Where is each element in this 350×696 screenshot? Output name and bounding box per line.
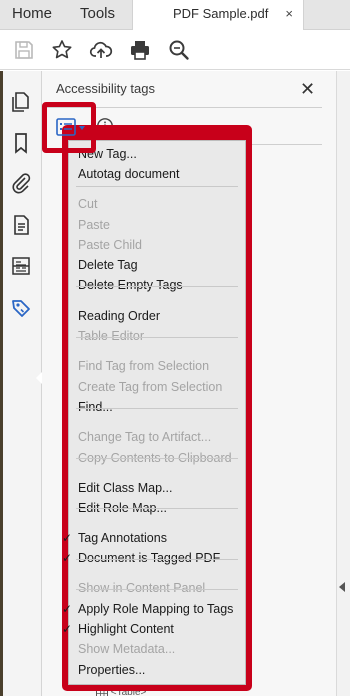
document-icon[interactable] <box>10 214 32 236</box>
menu-item-show-in-content-panel: Show in Content Panel <box>69 578 245 598</box>
checkmark-icon: ✓ <box>62 551 73 565</box>
menu-separator <box>76 589 238 590</box>
tab-tools[interactable]: Tools <box>80 0 115 30</box>
menu-item-label: Change Tag to Artifact... <box>78 430 212 444</box>
menu-item-show-metadata: Show Metadata... <box>69 639 245 659</box>
menu-item-find-tag-from-selection: Find Tag from Selection <box>69 356 245 376</box>
tag-options-list-icon[interactable] <box>56 118 76 136</box>
menu-separator <box>76 337 238 338</box>
tab-document[interactable]: PDF Sample.pdf × <box>132 0 304 31</box>
attachment-icon[interactable] <box>10 172 32 194</box>
menu-item-change-tag-to-artifact: Change Tag to Artifact... <box>69 427 245 447</box>
menu-item-label: Delete Tag <box>78 258 138 272</box>
menu-item-apply-role-mapping-to-tags[interactable]: ✓ Apply Role Mapping to Tags <box>62 599 245 619</box>
menu-item-autotag-document[interactable]: Autotag document <box>69 164 245 184</box>
zoom-search-icon[interactable] <box>167 38 193 64</box>
menu-item-label: Delete Empty Tags <box>78 278 183 292</box>
menu-item-label: Apply Role Mapping to Tags <box>78 602 234 616</box>
checkmark-icon: ✓ <box>62 622 73 636</box>
menu-item-label: Reading Order <box>78 309 160 323</box>
menu-item-label: Create Tag from Selection <box>78 380 223 394</box>
menu-item-properties[interactable]: Properties... <box>69 660 245 680</box>
panel-scrollbar[interactable] <box>336 71 350 696</box>
menu-item-label: Properties... <box>78 663 146 677</box>
panel-close-icon[interactable]: ✕ <box>300 79 315 100</box>
menu-item-label: Tag Annotations <box>78 531 167 545</box>
menu-item-cut: Cut <box>69 194 245 214</box>
menu-item-label: Show Metadata... <box>78 642 176 656</box>
menu-item-label: Cut <box>78 197 98 211</box>
compare-icon[interactable] <box>10 255 32 277</box>
menu-item-label: Paste <box>78 218 110 232</box>
checkmark-icon: ✓ <box>62 531 73 545</box>
menu-item-tag-annotations[interactable]: ✓ Tag Annotations <box>62 528 245 548</box>
menu-item-label: Highlight Content <box>78 622 174 636</box>
tab-document-label: PDF Sample.pdf <box>173 6 269 21</box>
menu-item-reading-order[interactable]: Reading Order <box>69 306 245 326</box>
menu-item-find[interactable]: Find... <box>69 397 245 417</box>
menu-separator <box>76 559 238 560</box>
tab-bar: Home Tools PDF Sample.pdf × <box>0 0 350 31</box>
tag-options-menu: New Tag... Autotag document Cut Paste Paste … <box>62 140 246 685</box>
menu-item-label: Table Editor <box>78 329 145 343</box>
checkmark-icon: ✓ <box>62 602 73 616</box>
tab-close-icon[interactable]: × <box>285 0 293 28</box>
menu-item-label: Edit Class Map... <box>78 481 173 495</box>
menu-separator <box>76 458 238 459</box>
menu-item-paste-child: Paste Child <box>69 235 245 255</box>
print-icon[interactable] <box>128 38 154 64</box>
menu-item-highlight-content[interactable]: ✓ Highlight Content <box>62 619 245 639</box>
toolbar <box>0 30 350 70</box>
menu-separator <box>76 408 238 409</box>
upload-cloud-icon[interactable] <box>89 38 115 64</box>
menu-item-paste: Paste <box>69 215 245 235</box>
left-rail <box>0 71 43 696</box>
menu-separator <box>76 186 238 187</box>
menu-item-document-is-tagged-pdf[interactable]: ✓ Document is Tagged PDF <box>62 548 245 568</box>
menu-separator <box>76 508 238 509</box>
menu-item-label: Document is Tagged PDF <box>78 551 221 565</box>
menu-item-delete-tag[interactable]: Delete Tag <box>69 255 245 275</box>
bookmark-star-icon[interactable] <box>50 38 76 64</box>
menu-separator <box>76 286 238 287</box>
menu-item-create-tag-from-selection: Create Tag from Selection <box>69 377 245 397</box>
menu-item-delete-empty-tags[interactable]: Delete Empty Tags <box>69 275 245 295</box>
collapse-arrow-icon[interactable] <box>339 582 345 592</box>
menu-item-edit-class-map[interactable]: Edit Class Map... <box>69 478 245 498</box>
bookmark-icon[interactable] <box>10 132 32 154</box>
tab-home[interactable]: Home <box>12 0 52 30</box>
menu-item-table-editor: Table Editor <box>69 326 245 346</box>
menu-item-label: Find... <box>78 400 113 414</box>
options-caret-icon[interactable] <box>79 126 85 130</box>
pages-icon[interactable] <box>10 91 32 113</box>
menu-item-label: Autotag document <box>78 167 180 181</box>
panel-title: Accessibility tags <box>56 81 155 96</box>
save-icon[interactable] <box>12 38 38 64</box>
menu-item-label: Show in Content Panel <box>78 581 206 595</box>
accessibility-tag-icon[interactable] <box>10 297 32 319</box>
window-edge <box>0 71 3 696</box>
menu-item-label: Paste Child <box>78 238 142 252</box>
menu-item-label: Find Tag from Selection <box>78 359 210 373</box>
